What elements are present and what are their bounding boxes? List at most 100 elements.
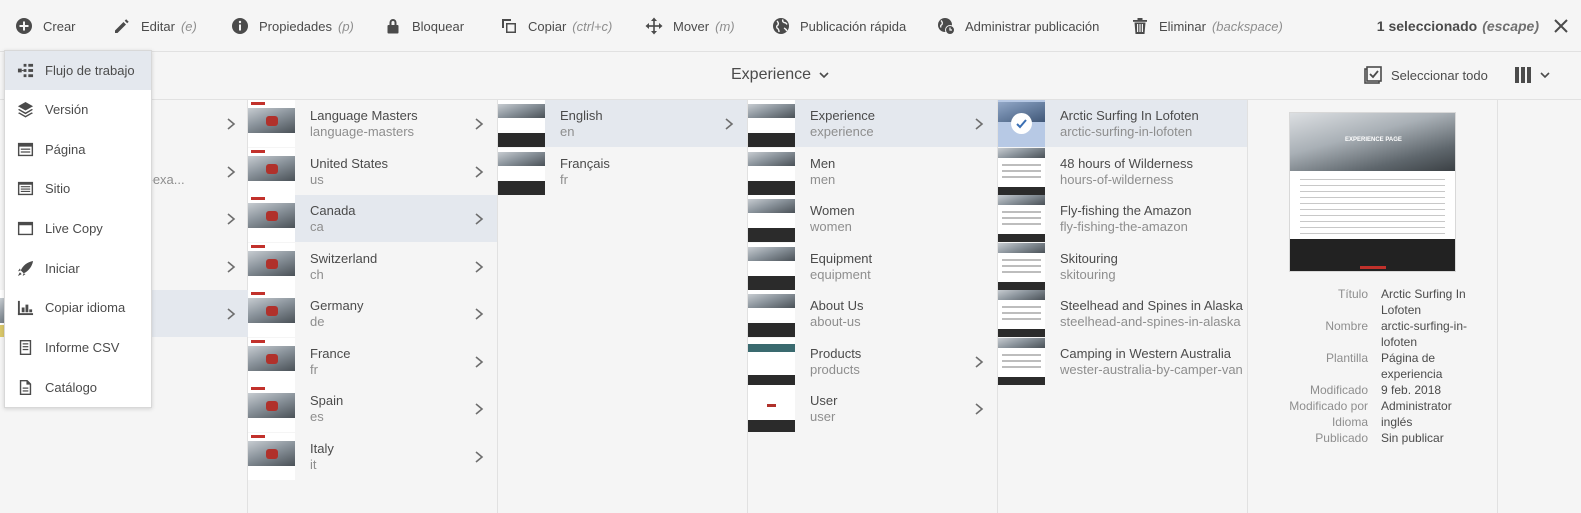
- menu-item-catalog[interactable]: Catálogo: [5, 368, 151, 407]
- add-circle-icon: [14, 16, 34, 36]
- list-item[interactable]: Arctic Surfing In Lofoten arctic-surfing-…: [998, 100, 1247, 147]
- row-name: women: [810, 218, 852, 234]
- list-item[interactable]: Women women: [748, 195, 997, 242]
- page-thumbnail: [998, 338, 1045, 385]
- list-item[interactable]: Products products: [748, 338, 997, 385]
- action-bar: Crear Editar (e) Propiedades (p) Bloquear …: [0, 0, 1581, 52]
- row-name: it: [310, 456, 317, 472]
- view-switcher[interactable]: [1514, 66, 1550, 84]
- breadcrumb[interactable]: Experience: [731, 66, 829, 84]
- row-name: ch: [310, 266, 324, 282]
- row-title: Language Masters: [310, 107, 418, 123]
- chevron-right-icon: [227, 212, 236, 225]
- move-arrows-icon: [644, 16, 664, 36]
- list-item[interactable]: Français fr: [498, 148, 747, 195]
- delete-button[interactable]: Eliminar (backspace): [1130, 0, 1283, 52]
- menu-item-page[interactable]: Página: [5, 130, 151, 169]
- select-all-icon: [1364, 66, 1382, 84]
- list-item[interactable]: Men men: [748, 148, 997, 195]
- move-button[interactable]: Mover (m): [644, 0, 735, 52]
- menu-item-version[interactable]: Versión: [5, 90, 151, 129]
- menu-item-language-copy[interactable]: Copiar idioma: [5, 288, 151, 327]
- row-title: Men: [810, 155, 836, 171]
- page-thumbnail: [748, 195, 795, 242]
- list-item[interactable]: Experience experience: [748, 100, 997, 147]
- row-title: Equipment: [810, 250, 873, 266]
- list-item[interactable]: Skitouring skitouring: [998, 243, 1247, 290]
- list-item[interactable]: France fr: [248, 338, 497, 385]
- row-title: Skitouring: [1060, 250, 1118, 266]
- trash-icon: [1130, 16, 1150, 36]
- properties-shortcut: (p): [338, 18, 354, 34]
- page-thumbnail: [998, 290, 1045, 337]
- page-thumbnail: [248, 385, 295, 432]
- selection-count: 1 seleccionado (escape): [1377, 0, 1569, 52]
- site-icon: [16, 180, 34, 198]
- list-item[interactable]: Camping in Western Australia wester-austr…: [998, 338, 1247, 385]
- meta-label: Plantilla: [1325, 351, 1368, 365]
- row-title: Germany: [310, 297, 364, 313]
- column-experience-pages: Arctic Surfing In Lofoten arctic-surfing-…: [998, 100, 1248, 513]
- meta-label: Idioma: [1331, 415, 1368, 429]
- chevron-right-icon: [475, 355, 484, 368]
- list-item[interactable]: 48 hours of Wilderness hours-of-wildernes…: [998, 148, 1247, 195]
- row-title: User: [810, 392, 838, 408]
- chevron-right-icon: [475, 450, 484, 463]
- row-title: About Us: [810, 297, 864, 313]
- quick-publish-button[interactable]: Publicación rápida: [771, 0, 906, 52]
- row-name: ca: [310, 218, 324, 234]
- properties-button[interactable]: Propiedades (p): [230, 0, 354, 52]
- list-item[interactable]: Steelhead and Spines in Alaska steelhead-…: [998, 290, 1247, 337]
- row-title: 48 hours of Wilderness: [1060, 155, 1193, 171]
- list-item[interactable]: User user: [748, 385, 997, 432]
- list-item[interactable]: Canada ca: [248, 195, 497, 242]
- list-item[interactable]: Fly-fishing the Amazon fly-fishing-the-am…: [998, 195, 1247, 242]
- create-button[interactable]: Crear: [14, 0, 76, 52]
- list-item[interactable]: Equipment equipment: [748, 243, 997, 290]
- lock-icon: [383, 16, 403, 36]
- list-item[interactable]: English en: [498, 100, 747, 147]
- edit-button[interactable]: Editar (e): [112, 0, 197, 52]
- chevron-right-icon: [975, 117, 984, 130]
- row-name: en: [560, 123, 575, 139]
- manage-publication-button[interactable]: Administrar publicación: [936, 0, 1099, 52]
- row-name: us: [310, 171, 324, 187]
- menu-item-site[interactable]: Sitio: [5, 169, 151, 208]
- copy-button[interactable]: Copiar (ctrl+c): [499, 0, 612, 52]
- select-all-button[interactable]: Seleccionar todo: [1364, 66, 1488, 84]
- menu-item-launch[interactable]: Iniciar: [5, 249, 151, 288]
- row-title: Canada: [310, 202, 356, 218]
- menu-item-csv-report[interactable]: Informe CSV: [5, 328, 151, 367]
- row-name: equipment: [810, 266, 871, 282]
- chevron-right-icon: [475, 165, 484, 178]
- row-name: s-exa...: [142, 171, 185, 187]
- list-item[interactable]: Italy it: [248, 433, 497, 480]
- page-thumbnail: [248, 100, 295, 147]
- list-item[interactable]: Germany de: [248, 290, 497, 337]
- page-thumbnail: [998, 195, 1045, 242]
- row-name: skitouring: [1060, 266, 1116, 282]
- empty-column: [1498, 100, 1581, 513]
- page-preview-panel: EXPERIENCE PAGE Título Arctic Surfing In…: [1248, 100, 1498, 513]
- list-item[interactable]: Language Masters language-masters: [248, 100, 497, 147]
- page-thumbnail: [998, 148, 1045, 195]
- page-thumbnail: [248, 195, 295, 242]
- copy-icon: [499, 16, 519, 36]
- list-item[interactable]: About Us about-us: [748, 290, 997, 337]
- menu-item-live-copy[interactable]: Live Copy: [5, 209, 151, 248]
- meta-value: Arctic Surfing In Lofoten: [1381, 287, 1466, 317]
- meta-label: Nombre: [1325, 319, 1368, 333]
- chevron-right-icon: [475, 307, 484, 320]
- menu-item-workflow[interactable]: Flujo de trabajo: [5, 51, 151, 90]
- close-icon[interactable]: [1553, 18, 1569, 34]
- list-item[interactable]: Switzerland ch: [248, 243, 497, 290]
- page-thumbnail: [248, 148, 295, 195]
- row-title: Experience: [810, 107, 876, 123]
- meta-label: Título: [1337, 287, 1368, 301]
- list-item[interactable]: Spain es: [248, 385, 497, 432]
- row-title: s: [142, 156, 226, 172]
- lock-button[interactable]: Bloquear: [383, 0, 464, 52]
- list-item[interactable]: United States us: [248, 148, 497, 195]
- page-thumbnail: [748, 290, 795, 337]
- language-copy-icon: [16, 299, 34, 317]
